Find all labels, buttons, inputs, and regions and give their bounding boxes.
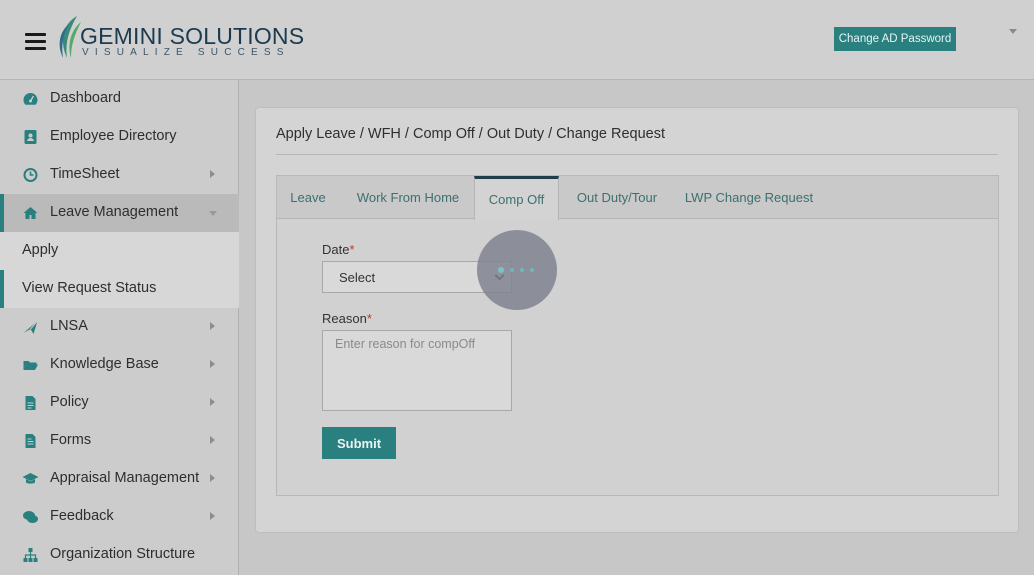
sidebar-item-knowledge-base[interactable]: Knowledge Base (0, 346, 239, 384)
sidebar-subitem-apply[interactable]: Apply (0, 232, 239, 270)
sidebar: Dashboard Employee Directory TimeSheet L… (0, 80, 239, 575)
hamburger-menu-icon[interactable] (25, 33, 46, 51)
logo-name: GEMINI SOLUTIONS (80, 23, 305, 49)
date-label-text: Date (322, 242, 350, 257)
sidebar-item-forms[interactable]: Forms (0, 422, 239, 460)
required-marker: * (349, 242, 355, 257)
folder-open-icon (23, 361, 38, 370)
form-icon (25, 434, 36, 448)
chevron-right-icon (210, 474, 215, 482)
sidebar-item-employee-directory[interactable]: Employee Directory (0, 118, 239, 156)
reason-textarea[interactable]: Enter reason for compOff (322, 330, 512, 411)
apply-request-card: Apply Leave / WFH / Comp Off / Out Duty … (255, 107, 1019, 533)
loading-spinner (477, 230, 557, 310)
sidebar-item-policy[interactable]: Policy (0, 384, 239, 422)
chevron-down-icon (209, 211, 217, 216)
sidebar-subitem-label: Apply (22, 242, 59, 258)
logo-tagline: VISUALIZE SUCCESS (82, 47, 290, 58)
chevron-right-icon (210, 322, 215, 330)
company-logo[interactable]: GEMINI SOLUTIONS VISUALIZE SUCCESS (55, 14, 304, 64)
top-header: GEMINI SOLUTIONS VISUALIZE SUCCESS Chang… (0, 0, 1034, 80)
loading-dot (520, 268, 524, 272)
sidebar-item-label: Policy (50, 394, 89, 410)
request-tabs-panel: Leave Work From Home Comp Off Out Duty/T… (276, 175, 999, 496)
tab-lwp-change-request[interactable]: LWP Change Request (675, 176, 823, 219)
tab-bar: Leave Work From Home Comp Off Out Duty/T… (277, 176, 998, 220)
paper-plane-icon (23, 320, 38, 334)
page-title: Apply Leave / WFH / Comp Off / Out Duty … (276, 126, 665, 142)
change-ad-password-button[interactable]: Change AD Password (834, 27, 956, 51)
chevron-right-icon (210, 436, 215, 444)
comments-icon (23, 511, 38, 523)
chevron-right-icon (210, 512, 215, 520)
sidebar-item-appraisal-management[interactable]: Appraisal Management (0, 460, 239, 498)
sidebar-item-label: Knowledge Base (50, 356, 159, 372)
sidebar-item-label: Feedback (50, 508, 114, 524)
dashboard-icon (23, 93, 38, 105)
sidebar-item-label: Organization Structure (50, 546, 196, 562)
document-icon (25, 396, 36, 410)
sidebar-item-organization-structure[interactable]: Organization Structure (0, 536, 239, 574)
chevron-right-icon (210, 360, 215, 368)
sidebar-item-label: LNSA (50, 318, 88, 334)
divider (276, 154, 998, 155)
sidebar-subitem-view-request-status[interactable]: View Request Status (0, 270, 239, 308)
date-field-label: Date* (322, 242, 355, 257)
sidebar-item-leave-management[interactable]: Leave Management (0, 194, 239, 232)
reason-field-label: Reason* (322, 311, 372, 326)
loading-dot (530, 268, 534, 272)
sidebar-item-feedback[interactable]: Feedback (0, 498, 239, 536)
loading-dot (510, 268, 514, 272)
required-marker: * (366, 311, 372, 326)
submit-button[interactable]: Submit (322, 427, 396, 459)
address-book-icon (24, 130, 37, 144)
chevron-right-icon (210, 170, 215, 178)
sitemap-icon (23, 548, 38, 562)
tab-leave[interactable]: Leave (277, 176, 339, 219)
home-icon (23, 207, 38, 219)
tab-comp-off[interactable]: Comp Off (474, 176, 559, 220)
sidebar-item-label: Forms (50, 432, 92, 448)
sidebar-item-lnsa[interactable]: LNSA (0, 308, 239, 346)
graduation-cap-icon (22, 473, 39, 484)
tab-out-duty-tour[interactable]: Out Duty/Tour (561, 176, 673, 219)
reason-label-text: Reason (322, 311, 367, 326)
sidebar-subitem-label: View Request Status (22, 280, 157, 296)
tab-work-from-home[interactable]: Work From Home (341, 176, 475, 219)
sidebar-item-label: Appraisal Management (50, 470, 200, 486)
sidebar-item-label: TimeSheet (50, 166, 120, 182)
reason-placeholder: Enter reason for compOff (335, 337, 476, 351)
loading-dot (498, 267, 504, 273)
sidebar-item-timesheet[interactable]: TimeSheet (0, 156, 239, 194)
date-select-value: Select (339, 270, 376, 285)
clock-icon (23, 168, 38, 182)
sidebar-item-label: Dashboard (50, 90, 121, 106)
sidebar-item-dashboard[interactable]: Dashboard (0, 80, 239, 118)
sidebar-item-label: Employee Directory (50, 128, 177, 144)
user-menu-caret-icon[interactable] (1009, 29, 1017, 34)
chevron-right-icon (210, 398, 215, 406)
sidebar-item-label: Leave Management (50, 204, 179, 220)
